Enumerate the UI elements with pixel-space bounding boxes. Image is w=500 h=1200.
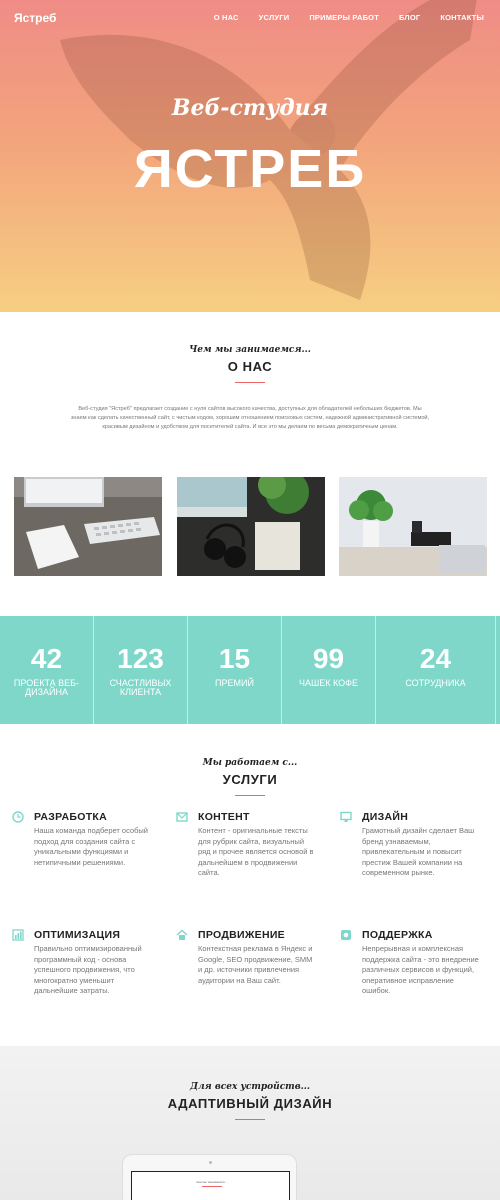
menu-item-contacts[interactable]: КОНТАКТЫ xyxy=(440,13,484,22)
services-header: Мы работаем с... УСЛУГИ xyxy=(0,758,500,796)
stat-number: 99 xyxy=(312,643,345,674)
menu-item-services[interactable]: УСЛУГИ xyxy=(259,13,290,22)
stat-coffee: 99 ЧАШЕК КОФЕ xyxy=(282,616,376,724)
camera-dot xyxy=(209,1161,212,1164)
stat-label: ПРОЕКТА ВЕБ-ДИЗАЙНА xyxy=(13,678,80,697)
tablet-mockup: Чем мы занимаемся... xyxy=(122,1154,297,1200)
stat-number: 15 xyxy=(218,643,251,674)
stat-label: СОТРУДНИКА xyxy=(405,678,466,688)
hero-subtitle: Веб-студия xyxy=(171,95,329,121)
screen-text: Чем мы занимаемся... xyxy=(195,1180,228,1184)
service-title: КОНТЕНТ xyxy=(198,811,250,823)
service-title: ПОДДЕРЖКА xyxy=(362,929,433,941)
service-text: Контент - оригинальные тексты для рубрик… xyxy=(198,826,314,877)
about-text: Веб-студия "Ястреб" предлагает создание … xyxy=(70,406,430,430)
heading-divider xyxy=(235,795,265,796)
menu-item-portfolio[interactable]: ПРИМЕРЫ РАБОТ xyxy=(309,13,379,22)
stat-employees: 24 СОТРУДНИКА xyxy=(376,616,496,724)
clock-icon xyxy=(12,811,24,823)
stats-strip: 42 ПРОЕКТА ВЕБ-ДИЗАЙНА 123 СЧАСТЛИВЫХ КЛ… xyxy=(0,616,500,724)
main-menu: О НАС УСЛУГИ ПРИМЕРЫ РАБОТ БЛОГ КОНТАКТЫ xyxy=(194,13,484,22)
stat-projects: 42 ПРОЕКТА ВЕБ-ДИЗАЙНА xyxy=(0,616,94,724)
hero-section: Ястреб О НАС УСЛУГИ ПРИМЕРЫ РАБОТ БЛОГ К… xyxy=(0,0,500,312)
service-title: ПРОДВИЖЕНИЕ xyxy=(198,929,285,941)
photo-plant-table xyxy=(339,477,487,576)
gear-icon xyxy=(341,930,351,940)
stat-number: 123 xyxy=(117,643,164,674)
service-title: РАЗРАБОТКА xyxy=(34,811,108,823)
monitor-icon xyxy=(340,811,352,822)
heading-divider xyxy=(235,382,265,383)
stat-awards: 15 ПРЕМИЙ xyxy=(188,616,282,724)
services-heading: УСЛУГИ xyxy=(222,772,278,787)
responsive-section: Для всех устройств... АДАПТИВНЫЙ ДИЗАЙН … xyxy=(0,1046,500,1200)
menu-item-about[interactable]: О НАС xyxy=(214,13,239,22)
responsive-header: Для всех устройств... АДАПТИВНЫЙ ДИЗАЙН xyxy=(0,1082,500,1120)
service-text: Наша команда подберет особый подход для … xyxy=(34,826,148,867)
photo-headphones xyxy=(176,477,325,576)
service-text: Правильно оптимизированный программный к… xyxy=(34,944,142,995)
chart-icon xyxy=(12,929,24,941)
about-section: Чем мы занимаемся... О НАС Веб-студия "Я… xyxy=(0,345,500,432)
stat-label: СЧАСТЛИВЫХ КЛИЕНТА xyxy=(109,678,172,697)
about-heading: О НАС xyxy=(227,359,273,374)
service-text: Непрерывная и комплексная поддержка сайт… xyxy=(362,944,479,995)
stat-label: ЧАШЕК КОФЕ xyxy=(299,678,358,688)
site-logo[interactable]: Ястреб xyxy=(14,11,56,25)
home-icon xyxy=(176,929,188,940)
services-script: Мы работаем с... xyxy=(202,758,298,768)
tablet-screen: Чем мы занимаемся... xyxy=(131,1171,290,1200)
screen-divider xyxy=(202,1186,222,1187)
hero-title: ЯСТРЕБ xyxy=(133,139,367,199)
mail-icon xyxy=(176,812,188,822)
responsive-script: Для всех устройств... xyxy=(189,1082,311,1092)
service-title: ДИЗАЙН xyxy=(362,811,409,823)
stat-clients: 123 СЧАСТЛИВЫХ КЛИЕНТА xyxy=(94,616,188,724)
photo-desk-keyboard xyxy=(14,477,162,576)
service-text: Контекстная реклама в Яндекс и Google, S… xyxy=(198,944,313,985)
heading-divider xyxy=(235,1119,265,1120)
photo-gallery xyxy=(14,477,487,576)
stat-number: 42 xyxy=(30,643,63,674)
service-text: Грамотный дизайн сделает Ваш бренд узнав… xyxy=(362,826,475,877)
stat-label: ПРЕМИЙ xyxy=(215,678,254,688)
responsive-heading: АДАПТИВНЫЙ ДИЗАЙН xyxy=(167,1096,333,1111)
menu-item-blog[interactable]: БЛОГ xyxy=(399,13,420,22)
stat-number: 24 xyxy=(419,643,452,674)
about-script: Чем мы занимаемся... xyxy=(189,345,311,355)
service-title: ОПТИМИЗАЦИЯ xyxy=(34,929,121,941)
about-header: Чем мы занимаемся... О НАС xyxy=(0,345,500,383)
top-navbar: Ястреб О НАС УСЛУГИ ПРИМЕРЫ РАБОТ БЛОГ К… xyxy=(0,0,500,36)
